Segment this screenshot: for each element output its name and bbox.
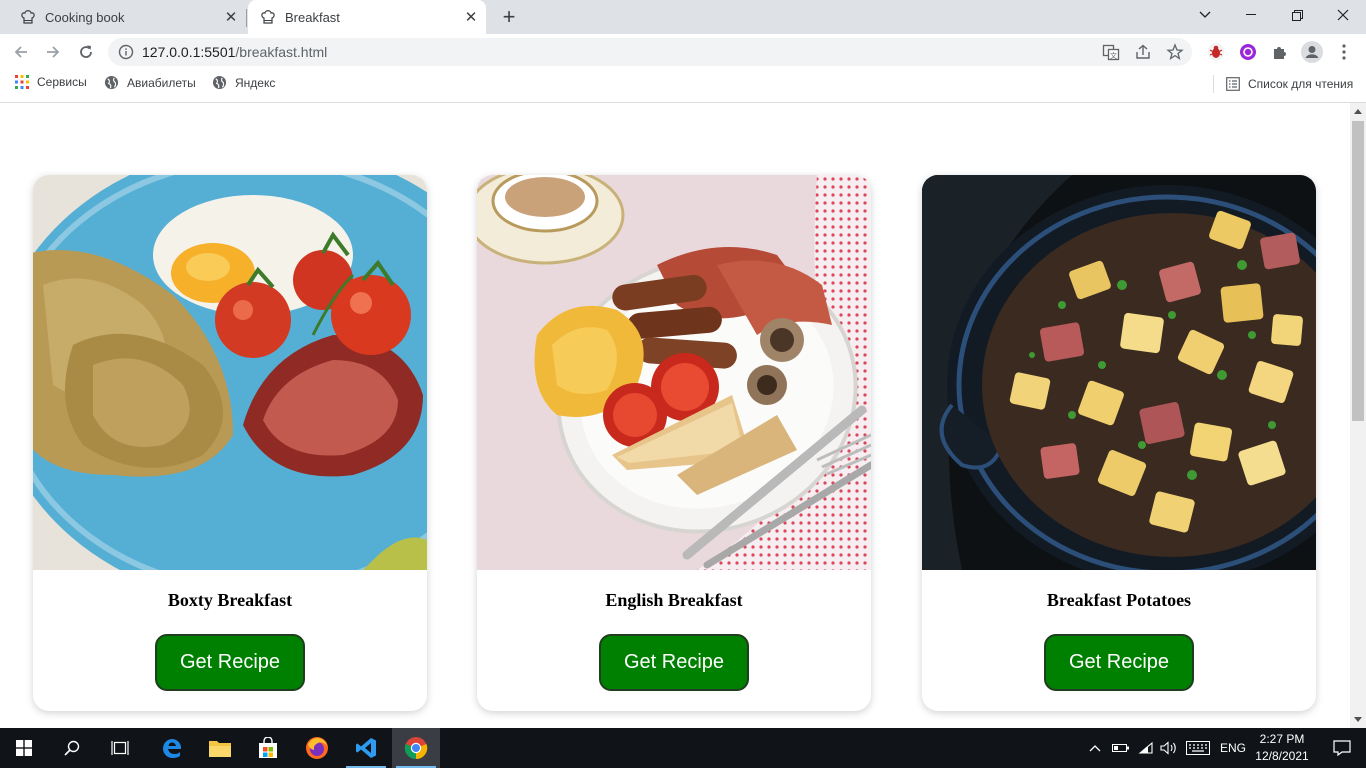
profile-avatar-icon[interactable] (1301, 41, 1323, 63)
vscode-taskbar-button[interactable] (342, 728, 390, 768)
recipe-title: English Breakfast (605, 590, 743, 610)
extensions-puzzle-icon[interactable] (1269, 41, 1291, 63)
bookmark-avia[interactable]: Авиабилеты (104, 75, 196, 90)
get-recipe-button[interactable]: Get Recipe (155, 634, 305, 691)
recipe-title: Breakfast Potatoes (1046, 590, 1192, 610)
clock-date: 12/8/2021 (1255, 749, 1309, 763)
tab-title: Cooking book (45, 9, 125, 25)
search-button[interactable] (48, 728, 96, 768)
tab-close-icon[interactable]: ✕ (460, 6, 482, 28)
store-bag-icon (259, 737, 277, 758)
tab-breakfast[interactable]: Breakfast ✕ (248, 0, 486, 34)
recipe-card-potatoes: Breakfast Potatoes Get Recipe (922, 175, 1316, 711)
url-host: 127.0.0.1:5501 (142, 44, 236, 60)
chrome-icon (404, 737, 428, 760)
page-viewport: Boxty Breakfast Get Recipe English Break… (0, 103, 1350, 728)
windows-taskbar: ENG 2:27 PM 12/8/2021 (0, 728, 1366, 768)
tab-strip: Cooking book ✕ Breakfast ✕ + (0, 0, 1366, 34)
search-icon (64, 740, 80, 756)
get-recipe-button[interactable]: Get Recipe (1044, 634, 1194, 691)
bookmarks-bar: Сервисы Авиабилеты Яндекс Список для чте… (0, 70, 1366, 98)
scroll-up-arrow-icon[interactable] (1354, 109, 1362, 114)
reading-list-icon (1226, 77, 1240, 91)
chef-hat-icon (21, 10, 35, 24)
tab-cooking-book[interactable]: Cooking book ✕ (8, 0, 247, 34)
file-explorer-taskbar-button[interactable] (196, 728, 244, 768)
task-view-button[interactable] (96, 728, 144, 768)
globe-icon (104, 75, 119, 90)
scroll-thumb[interactable] (1352, 121, 1364, 421)
bookmark-label: Сервисы (37, 75, 87, 89)
globe-icon (212, 75, 227, 90)
task-view-icon (111, 741, 129, 755)
battery-icon[interactable] (1112, 743, 1130, 753)
address-bar[interactable]: 127.0.0.1:5501/breakfast.html 文 (108, 38, 1192, 66)
wifi-icon[interactable] (1138, 741, 1154, 755)
scroll-down-arrow-icon[interactable] (1354, 717, 1362, 722)
firefox-taskbar-button[interactable] (293, 728, 341, 768)
firefox-icon (306, 737, 328, 759)
recipe-title: Boxty Breakfast (167, 590, 293, 610)
minimize-button[interactable] (1228, 0, 1274, 30)
tab-close-icon[interactable]: ✕ (220, 6, 242, 28)
recipe-card-boxty: Boxty Breakfast Get Recipe (33, 175, 427, 711)
keyboard-icon[interactable] (1186, 741, 1210, 755)
reading-list-button[interactable]: Список для чтения (1213, 75, 1353, 93)
english-breakfast-photo (477, 175, 871, 570)
bug-extension-icon[interactable] (1205, 41, 1227, 63)
system-tray: ENG (1088, 728, 1246, 768)
notifications-button[interactable] (1318, 728, 1366, 768)
url-path: /breakfast.html (235, 44, 328, 60)
svg-text:文: 文 (1110, 51, 1117, 60)
tab-search-chevron-icon[interactable] (1182, 0, 1228, 30)
bookmark-label: Авиабилеты (127, 75, 196, 90)
restore-button[interactable] (1274, 0, 1320, 30)
browser-chrome: Cooking book ✕ Breakfast ✕ + 127.0.0.1:5… (0, 0, 1366, 103)
bookmark-label: Яндекс (235, 75, 276, 90)
back-button[interactable] (7, 38, 35, 66)
clock-time: 2:27 PM (1259, 732, 1305, 746)
edge-icon (162, 738, 182, 759)
reading-list-label: Список для чтения (1248, 77, 1354, 91)
show-hidden-icons-chevron-icon[interactable] (1088, 743, 1102, 753)
start-button[interactable] (0, 728, 48, 768)
share-icon[interactable] (1134, 43, 1152, 61)
windows-logo-icon (16, 740, 32, 756)
store-taskbar-button[interactable] (244, 728, 292, 768)
tab-title: Breakfast (285, 9, 340, 25)
get-recipe-button[interactable]: Get Recipe (599, 634, 749, 691)
bookmark-services[interactable]: Сервисы (15, 75, 87, 89)
boxty-breakfast-photo (33, 175, 427, 570)
site-info-icon[interactable] (118, 44, 134, 60)
translate-icon[interactable]: 文 (1102, 43, 1120, 61)
url-text[interactable]: 127.0.0.1:5501/breakfast.html (142, 44, 327, 60)
bookmark-star-icon[interactable] (1166, 43, 1184, 61)
notification-icon (1333, 740, 1351, 756)
close-window-button[interactable] (1320, 0, 1366, 30)
edge-taskbar-button[interactable] (148, 728, 196, 768)
vscode-icon (356, 738, 376, 758)
menu-kebab-icon[interactable] (1333, 41, 1355, 63)
browser-toolbar: 127.0.0.1:5501/breakfast.html 文 (0, 34, 1366, 70)
recipe-card-english: English Breakfast Get Recipe (477, 175, 871, 711)
breakfast-potatoes-photo (922, 175, 1316, 570)
chrome-taskbar-button[interactable] (392, 728, 440, 768)
volume-icon[interactable] (1160, 741, 1178, 755)
bookmark-yandex[interactable]: Яндекс (212, 75, 275, 90)
folder-icon (209, 741, 231, 757)
taskbar-clock[interactable]: 2:27 PM 12/8/2021 (1252, 731, 1312, 765)
chef-hat-icon (261, 10, 275, 24)
apps-grid-icon (15, 75, 29, 89)
language-indicator[interactable]: ENG (1220, 741, 1246, 755)
reload-button[interactable] (72, 38, 100, 66)
forward-button[interactable] (39, 38, 67, 66)
new-tab-button[interactable]: + (497, 4, 521, 29)
page-scrollbar[interactable] (1350, 103, 1366, 728)
purple-extension-icon[interactable] (1237, 41, 1259, 63)
